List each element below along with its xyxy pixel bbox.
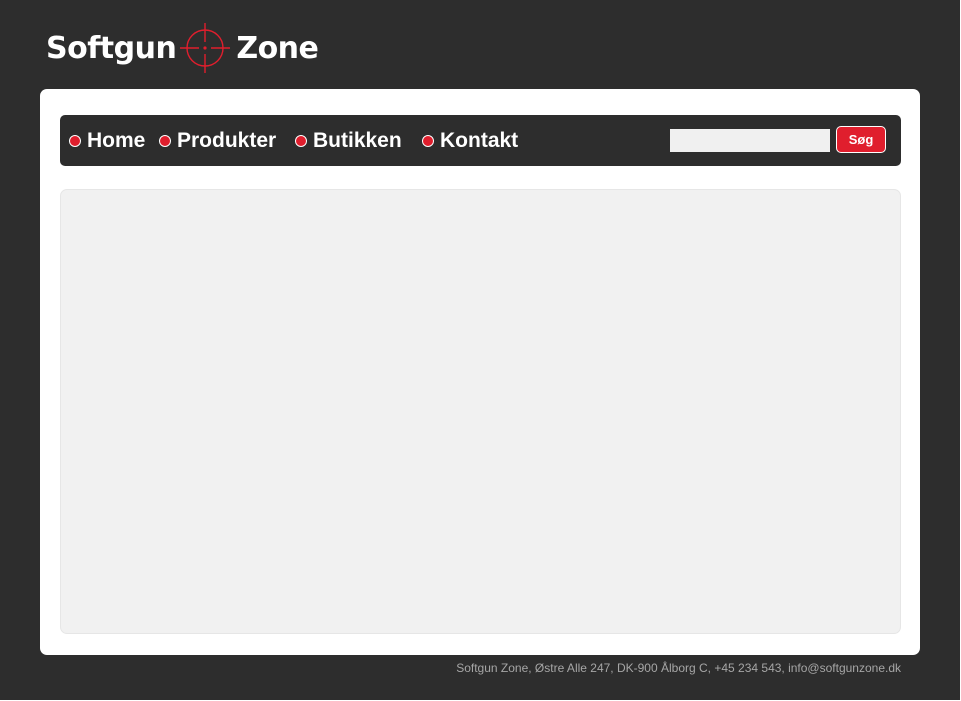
red-dot-icon [422, 134, 434, 147]
nav-item-label: Butikken [313, 128, 402, 152]
footer-contact-info: Softgun Zone, Østre Alle 247, DK-900 Ålb… [456, 661, 901, 675]
content-area [60, 189, 901, 634]
crosshair-icon [180, 23, 231, 73]
nav-item-home[interactable]: Home [69, 115, 145, 166]
nav-item-label: Produkter [177, 128, 277, 152]
red-dot-icon [295, 134, 307, 147]
red-dot-icon [69, 134, 81, 147]
red-dot-icon [159, 134, 171, 147]
main-panel: Home Produkter Butikken Kontakt Søg [40, 89, 920, 655]
nav-item-label: Home [87, 128, 146, 152]
logo-text-softgun: Softgun [46, 30, 177, 66]
site-logo[interactable]: Softgun Zone [46, 22, 319, 74]
search-input[interactable] [670, 129, 830, 152]
search-button[interactable]: Søg [836, 126, 886, 153]
logo-text-zone: Zone [236, 30, 319, 66]
nav-item-label: Kontakt [440, 128, 519, 152]
nav-item-produkter[interactable]: Produkter [159, 115, 276, 166]
nav-item-butikken[interactable]: Butikken [295, 115, 402, 166]
nav-item-kontakt[interactable]: Kontakt [422, 115, 518, 166]
nav-bar: Home Produkter Butikken Kontakt Søg [60, 115, 901, 166]
